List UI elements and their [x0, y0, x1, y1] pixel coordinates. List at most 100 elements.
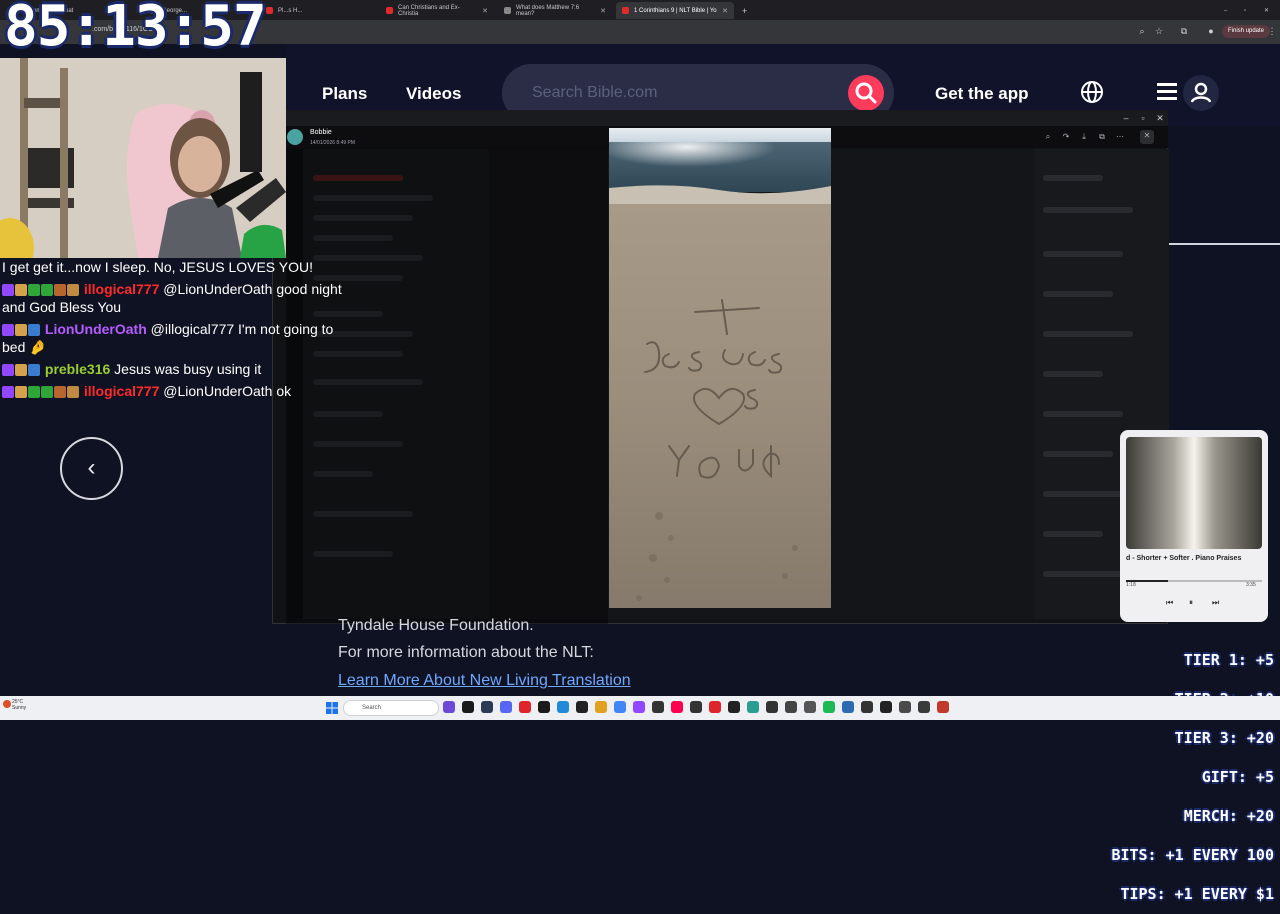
chat-username[interactable]: LionUnderOath [45, 321, 147, 337]
nav-plans-link[interactable]: Plans [322, 84, 367, 104]
bits-badge-icon [15, 364, 27, 376]
discord-icon[interactable] [500, 701, 512, 713]
more-options-icon[interactable]: ⋯ [1114, 131, 1126, 143]
bookmark-star-icon[interactable]: ☆ [1153, 25, 1165, 37]
divider [1168, 243, 1280, 245]
app-icon[interactable] [785, 701, 797, 713]
pause-icon[interactable]: ⏸ [1189, 598, 1193, 608]
app-icon[interactable] [595, 701, 607, 713]
subathon-timer: 85:13:57 [4, 0, 267, 59]
app-icon[interactable] [576, 701, 588, 713]
album-art [1126, 437, 1262, 549]
founder-badge-icon [67, 284, 79, 296]
vip-badge-icon [28, 386, 40, 398]
tier-rule: BITS: +1 EVERY 100 [1111, 846, 1274, 864]
app-icon[interactable] [842, 701, 854, 713]
subscriber-badge-icon [2, 386, 14, 398]
app-icon[interactable] [918, 701, 930, 713]
account-button[interactable] [1183, 75, 1219, 111]
steam-icon[interactable] [481, 701, 493, 713]
app-icon[interactable] [519, 701, 531, 713]
zoom-icon[interactable]: ⌕ [1136, 25, 1148, 37]
forward-icon[interactable]: ↷ [1060, 131, 1072, 143]
copyright-text: Tyndale House Foundation. [338, 617, 534, 634]
chat-message: I get get it...now I sleep. No, JESUS LO… [2, 259, 313, 275]
more-menu-icon[interactable]: ⋮ [1266, 25, 1278, 37]
maximize-icon[interactable]: ▫ [1238, 2, 1252, 19]
file-explorer-icon[interactable] [557, 701, 569, 713]
weather-widget[interactable]: 25°C Sunny [12, 699, 26, 711]
next-track-icon[interactable]: ⏭ [1212, 598, 1219, 608]
app-icon[interactable] [462, 701, 474, 713]
sender-name: Bobbie [310, 129, 332, 136]
beach-photo[interactable] [609, 128, 831, 608]
app-icon[interactable] [937, 701, 949, 713]
chevron-left-icon: ‹ [87, 454, 96, 481]
search-placeholder: Search Bible.com [532, 84, 658, 101]
globe-icon[interactable] [1080, 80, 1104, 109]
tier-rule: TIPS: +1 EVERY $1 [1120, 885, 1274, 903]
chat-username[interactable]: illogical777 [84, 383, 159, 399]
app-icon[interactable] [899, 701, 911, 713]
previous-track-icon[interactable]: ⏮ [1166, 598, 1173, 608]
new-tab-button[interactable]: + [736, 2, 748, 19]
gift-badge-icon [54, 284, 66, 296]
search-button[interactable] [848, 75, 884, 111]
app-icon[interactable] [766, 701, 778, 713]
close-viewer-icon[interactable]: ✕ [1140, 130, 1154, 144]
browser-tab-active[interactable]: 1 Corinthians 9 | NLT Bible | Yo ✕ [616, 2, 734, 19]
app-icon[interactable] [747, 701, 759, 713]
tiktok-icon[interactable] [671, 701, 683, 713]
subathon-rules: TIER 1: +5 TIER 2: +10 TIER 3: +20 GIFT:… [1111, 628, 1274, 914]
minimize-icon[interactable]: – [1218, 2, 1232, 19]
windows-start-icon[interactable] [326, 701, 338, 714]
finish-update-button[interactable]: Finish update [1222, 25, 1271, 38]
zoom-icon[interactable]: ⌕ [1042, 131, 1054, 143]
browser-tab[interactable]: Can Christians and Ex-Christia ✕ [380, 2, 494, 19]
moderator-badge-icon [41, 386, 53, 398]
youtube-favicon-icon [266, 7, 273, 14]
youtube-favicon-icon [386, 7, 393, 14]
app-icon[interactable] [728, 701, 740, 713]
spotify-icon[interactable] [823, 701, 835, 713]
close-window-icon[interactable]: ✕ [1154, 112, 1166, 124]
previous-chapter-button[interactable]: ‹ [60, 437, 123, 500]
bits-badge-icon [15, 386, 27, 398]
app-icon[interactable] [709, 701, 721, 713]
app-icon[interactable] [652, 701, 664, 713]
glasses-badge-icon [28, 364, 40, 376]
close-tab-icon[interactable]: ✕ [600, 7, 606, 15]
app-icon[interactable] [861, 701, 873, 713]
app-icon[interactable] [690, 701, 702, 713]
browser-tab[interactable]: Pl...s H... [260, 2, 375, 19]
chat-message: illogical777 @LionUnderOath ok [0, 382, 345, 400]
taskbar-search[interactable]: Search [343, 700, 439, 716]
extensions-icon[interactable]: ⧉ [1178, 25, 1190, 37]
chat-username[interactable]: illogical777 [84, 281, 159, 297]
maximize-icon[interactable]: ▫ [1137, 112, 1149, 124]
app-icon[interactable] [880, 701, 892, 713]
close-tab-icon[interactable]: ✕ [482, 7, 488, 15]
track-title: d - Shorter + Softer . Piano Praises [1126, 555, 1242, 562]
task-view-icon[interactable] [443, 701, 455, 713]
weather-icon[interactable] [3, 700, 11, 708]
open-external-icon[interactable]: ⧉ [1096, 131, 1108, 143]
nav-videos-link[interactable]: Videos [406, 84, 461, 104]
browser-tab[interactable]: What does Matthew 7:6 mean? ✕ [498, 2, 612, 19]
app-icon[interactable] [538, 701, 550, 713]
chat-message: preble316 Jesus was busy using it [0, 360, 345, 378]
download-icon[interactable]: ⤓ [1078, 131, 1090, 143]
hamburger-menu-icon[interactable] [1157, 83, 1177, 106]
twitch-icon[interactable] [633, 701, 645, 713]
learn-more-link[interactable]: Learn More About New Living Translation [338, 672, 631, 690]
get-app-link[interactable]: Get the app [935, 84, 1029, 104]
chrome-icon[interactable] [614, 701, 626, 713]
minimize-icon[interactable]: – [1120, 112, 1132, 124]
close-window-icon[interactable]: ✕ [1258, 2, 1272, 19]
profile-icon[interactable]: ● [1205, 25, 1217, 37]
app-icon[interactable] [804, 701, 816, 713]
tier-rule: MERCH: +20 [1183, 807, 1274, 825]
search-icon [855, 82, 877, 104]
close-tab-icon[interactable]: ✕ [722, 7, 728, 15]
chat-username[interactable]: preble316 [45, 361, 110, 377]
